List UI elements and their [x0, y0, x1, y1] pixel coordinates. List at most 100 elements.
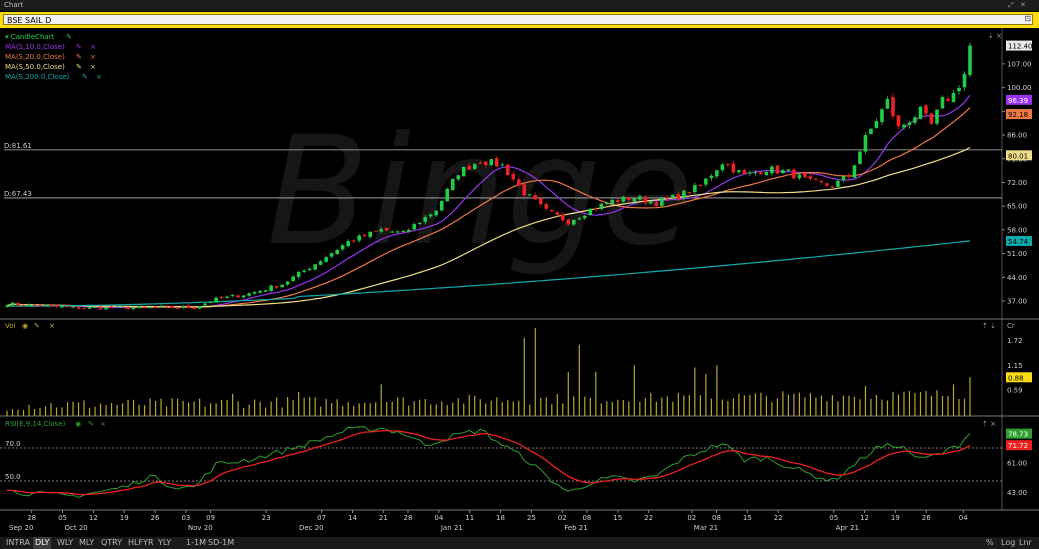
candle — [946, 96, 950, 103]
rsi-level-label: 70.0 — [5, 440, 21, 448]
candle — [720, 162, 725, 173]
candle-body — [423, 216, 428, 222]
candle-body — [560, 214, 565, 221]
symbol-input[interactable]: BSE SAIL D — [3, 14, 1033, 25]
candle — [715, 170, 719, 179]
candle — [693, 182, 697, 195]
candle — [489, 158, 494, 166]
candle-body — [5, 305, 9, 307]
symbol-bar: BSE SAIL D ⊡ — [0, 12, 1039, 28]
scale-lnr[interactable]: Lnr — [1019, 537, 1032, 549]
candle-body — [946, 98, 950, 101]
x-tick-label: 07 — [317, 514, 326, 522]
candle-body — [847, 175, 851, 177]
candle — [880, 107, 884, 125]
volume-tick-label: 0.59 — [1007, 387, 1023, 395]
candle-body — [781, 170, 785, 174]
candle-body — [324, 257, 328, 262]
range-sd-1m[interactable]: SD-1M — [208, 537, 234, 549]
candle — [82, 307, 86, 310]
rsi-level-label: 50.0 — [5, 473, 21, 481]
candle-body — [197, 305, 202, 309]
price-tick-label: 44.00 — [1007, 274, 1027, 282]
price-tick-label: 100.00 — [1007, 84, 1032, 92]
x-tick-label: 26 — [922, 514, 931, 522]
candle — [247, 291, 251, 298]
candle-body — [737, 170, 741, 173]
ma10-legend[interactable]: MA(S,10.0,Close) — [5, 43, 65, 51]
x-tick-label: 11 — [465, 514, 474, 522]
panel-menu-icon[interactable]: ⇡ ⇣ — [982, 322, 996, 330]
candle-body — [880, 109, 884, 122]
vol-legend[interactable]: Vol ◉ ✎ × — [5, 322, 55, 330]
candle-body — [439, 200, 444, 211]
panel-menu-icon[interactable]: ⇡ × — [982, 420, 996, 428]
x-tick-label: 08 — [712, 514, 721, 522]
scale-log[interactable]: Log — [1001, 537, 1015, 549]
candle-body — [825, 183, 829, 186]
percent-icon[interactable]: % — [986, 537, 994, 549]
candle-body — [428, 214, 433, 217]
candle-body — [935, 109, 939, 124]
ma20-tag: 92.18 — [1008, 111, 1028, 119]
candle-body — [649, 201, 653, 204]
candle — [610, 199, 615, 205]
lock-icon[interactable]: ⊡ — [1024, 14, 1031, 23]
candle-body — [571, 220, 576, 225]
candle — [825, 182, 829, 188]
candle-body — [610, 199, 615, 205]
period-qtry[interactable]: QTRY — [101, 537, 122, 549]
candle — [770, 164, 774, 176]
period-yly[interactable]: YLY — [158, 537, 171, 549]
candle-body — [544, 204, 549, 209]
candle-body — [627, 197, 631, 201]
candlechart-legend[interactable]: ▾ CandleChart — [5, 33, 55, 41]
candle-body — [181, 306, 185, 308]
candle — [71, 306, 75, 308]
rsi-legend[interactable]: RSI(E,9,14,Close) ◉ ✎ × — [5, 420, 106, 428]
candle-body — [318, 261, 323, 265]
edit-icon[interactable]: ✎ — [76, 63, 82, 71]
chart-canvas[interactable]: Binge D:81.61 D:67.43 37.00 44.00 51.00 58.00… — [0, 28, 1039, 537]
candle — [241, 295, 246, 299]
delete-icon[interactable]: × — [96, 73, 102, 81]
ma200-legend[interactable]: MA(S,200.0,Close) — [5, 73, 70, 81]
delete-icon[interactable]: × — [90, 63, 96, 71]
period-mly[interactable]: MLY — [79, 537, 94, 549]
edit-icon[interactable]: ✎ — [82, 73, 88, 81]
candle-body — [660, 198, 664, 206]
rsi-panel: 70.0 50.0 61.00 43.00 78.73 71.72 — [0, 426, 1032, 499]
candle-body — [616, 200, 620, 203]
period-wly[interactable]: WLY — [57, 537, 73, 549]
panel-menu-icon[interactable]: ⇣ × — [988, 32, 1002, 40]
restore-icon[interactable]: ⤢ — [1008, 0, 1014, 11]
candle-body — [126, 307, 130, 309]
close-icon[interactable]: ✕ — [1020, 0, 1026, 11]
ma20-legend[interactable]: MA(S,20.0,Close) — [5, 53, 65, 61]
period-dly[interactable]: DLY — [33, 537, 52, 549]
vol-label: Vol — [5, 322, 16, 330]
delete-icon[interactable]: × — [90, 43, 96, 51]
candle-body — [32, 304, 37, 306]
edit-icon[interactable]: ✎ — [66, 33, 72, 41]
edit-icon[interactable]: ✎ — [76, 53, 82, 61]
delete-icon[interactable]: × — [90, 53, 96, 61]
candle-body — [682, 190, 686, 199]
x-tick-label: 04 — [434, 514, 443, 522]
range-1m[interactable]: 1-1M — [186, 537, 206, 549]
candle — [439, 199, 444, 212]
x-tick-label: 09 — [206, 514, 215, 522]
volume-tick-label: 1.15 — [1007, 362, 1023, 370]
edit-icon[interactable]: ✎ — [76, 43, 82, 51]
x-tick-label: 26 — [151, 514, 160, 522]
candle-body — [395, 231, 400, 233]
watermark-text: Binge — [266, 105, 693, 279]
candle — [962, 71, 967, 91]
ma50-legend[interactable]: MA(S,50.0,Close) — [5, 63, 65, 71]
candle-body — [153, 306, 158, 308]
period-intra[interactable]: INTRA — [6, 537, 30, 549]
candle-body — [693, 185, 697, 193]
candle-body — [456, 175, 461, 180]
period-hlfyr[interactable]: HLFYR — [128, 537, 154, 549]
candle-body — [175, 307, 180, 309]
